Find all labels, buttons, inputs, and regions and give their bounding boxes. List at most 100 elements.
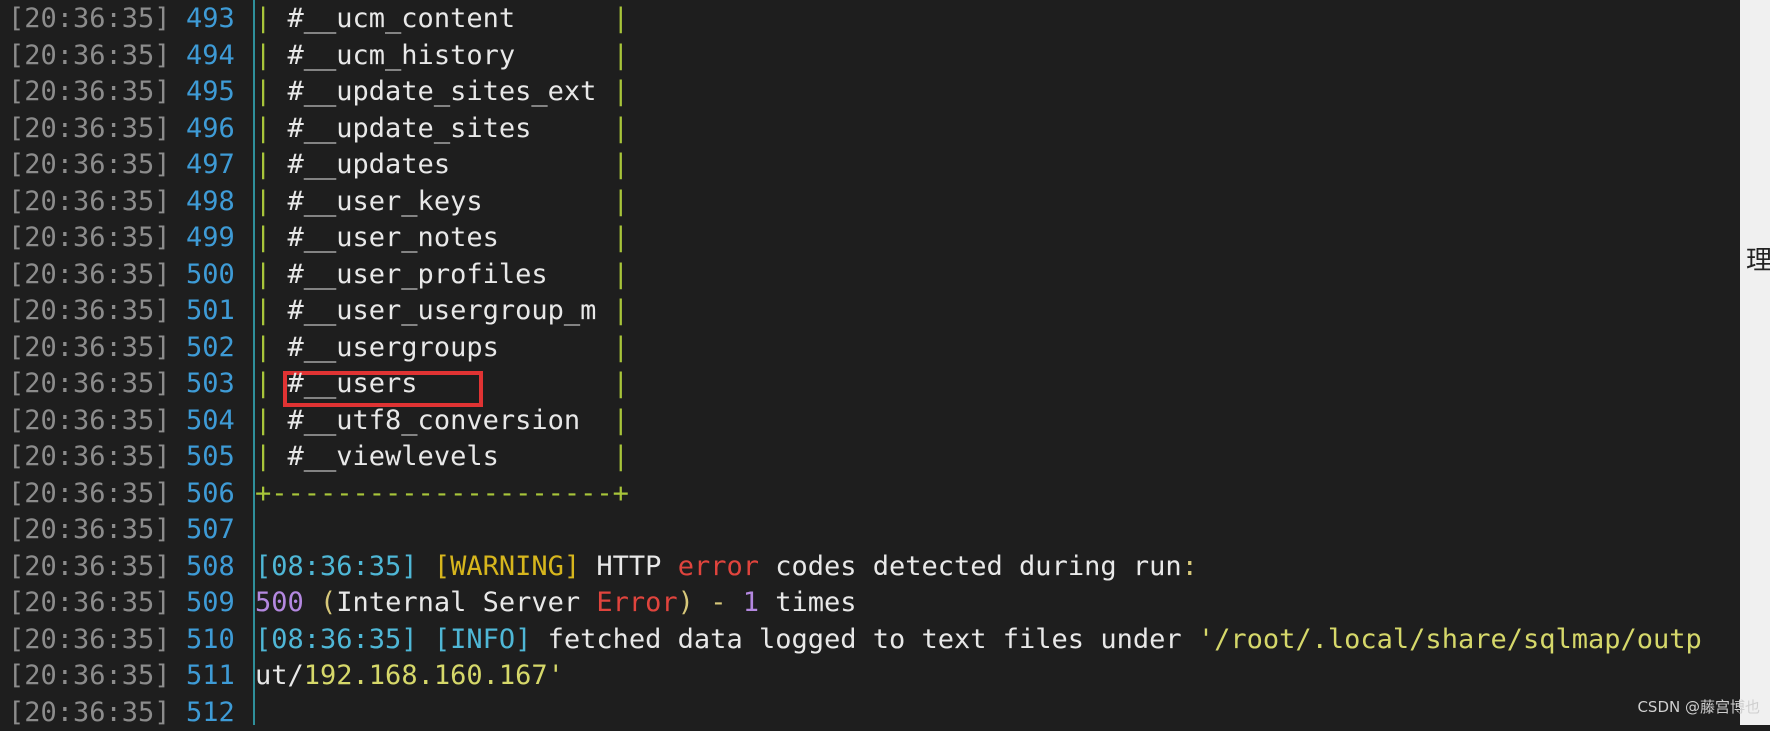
line-timestamp: [20:36:35] <box>8 512 171 549</box>
table-pipe: | <box>483 186 629 217</box>
log-text: fetched data logged to text files under <box>531 624 1197 655</box>
line-number: 506 <box>186 476 234 513</box>
line-content: | #__user_keys | <box>255 184 629 221</box>
line-timestamp: [20:36:35] <box>8 1 171 38</box>
line-number: 496 <box>186 111 234 148</box>
line-timestamp: [20:36:35] <box>8 658 171 695</box>
line-timestamp: [20:36:35] <box>8 403 171 440</box>
table-pipe: | <box>548 259 629 290</box>
line-timestamp: [20:36:35] <box>8 111 171 148</box>
line-timestamp: [20:36:35] <box>8 257 171 294</box>
log-colon: : <box>1182 551 1198 582</box>
table-pipe: | <box>515 40 629 71</box>
line-timestamp: [20:36:35] <box>8 439 171 476</box>
dash: - <box>694 587 743 618</box>
side-pane: 理 <box>1740 0 1770 725</box>
line-timestamp: [20:36:35] <box>8 38 171 75</box>
table-name: #__ucm_content <box>288 3 516 34</box>
table-pipe: | <box>255 113 288 144</box>
line-timestamp: [20:36:35] <box>8 184 171 221</box>
terminal-line: [20:36:35]495| #__update_sites_ext | <box>0 74 1740 111</box>
log-error-word: error <box>678 551 759 582</box>
line-number: 512 <box>186 695 234 731</box>
table-name: #__user_profiles <box>288 259 548 290</box>
terminal-line: [20:36:35]493| #__ucm_content | <box>0 1 1740 38</box>
line-number: 502 <box>186 330 234 367</box>
line-number: 503 <box>186 366 234 403</box>
table-pipe: | <box>499 332 629 363</box>
line-timestamp: [20:36:35] <box>8 476 171 513</box>
table-pipe: | <box>531 113 629 144</box>
terminal-line: [20:36:35]497| #__updates | <box>0 147 1740 184</box>
line-number: 499 <box>186 220 234 257</box>
line-content: +---------------------+ <box>255 476 629 513</box>
table-pipe: | <box>255 295 288 326</box>
line-number: 508 <box>186 549 234 586</box>
terminal-line: [20:36:35]500| #__user_profiles | <box>0 257 1740 294</box>
line-timestamp: [20:36:35] <box>8 293 171 330</box>
terminal-line: [20:36:35] 502 | #__usergroups | <box>0 330 1740 367</box>
line-content: [08:36:35] [INFO] fetched data logged to… <box>255 622 1702 659</box>
line-timestamp: [20:36:35] <box>8 74 171 111</box>
line-content: 500 (Internal Server Error) - 1 times <box>255 585 857 622</box>
table-pipe: | <box>515 3 629 34</box>
error-count: 1 <box>743 587 759 618</box>
table-name: #__utf8_conversion <box>288 405 581 436</box>
space <box>418 551 434 582</box>
line-timestamp: [20:36:35] <box>8 147 171 184</box>
terminal-line: [20:36:35] 511 ut/192.168.160.167' <box>0 658 1740 695</box>
table-pipe: | <box>596 295 629 326</box>
line-timestamp: [20:36:35] <box>8 220 171 257</box>
table-pipe: | <box>255 441 288 472</box>
csdn-watermark: CSDN @藤宫博也 <box>1637 696 1760 717</box>
terminal-line: [20:36:35] 512 <box>0 695 1740 731</box>
line-timestamp: [20:36:35] <box>8 330 171 367</box>
output-path: '/root/.local/share/sqlmap/outp <box>1198 624 1702 655</box>
line-number: 500 <box>186 257 234 294</box>
line-content: | #__viewlevels | <box>255 439 629 476</box>
table-name: #__ucm_history <box>288 40 516 71</box>
table-border: +---------------------+ <box>255 478 629 509</box>
line-timestamp: [20:36:35] <box>8 695 171 731</box>
line-content: | #__ucm_content | <box>255 1 629 38</box>
status-text: Internal Server <box>336 587 596 618</box>
output-path-cont: ut/ <box>255 660 304 691</box>
terminal-output: [20:36:35]493| #__ucm_content |[20:36:35… <box>0 0 1740 725</box>
line-timestamp: [20:36:35] <box>8 549 171 586</box>
table-pipe: | <box>499 222 629 253</box>
line-content: | #__ucm_history | <box>255 38 629 75</box>
terminal-line: [20:36:35]503| #__users | <box>0 366 1740 403</box>
status-error-word: Error <box>596 587 677 618</box>
table-name: #__update_sites_ext <box>288 76 597 107</box>
table-name: #__user_usergroup_m <box>288 295 597 326</box>
terminal-line: [20:36:35] 507 <box>0 512 1740 549</box>
output-path: 192.168.160.167' <box>304 660 564 691</box>
terminal-line: [20:36:35]504| #__utf8_conversion | <box>0 403 1740 440</box>
line-content: | #__update_sites | <box>255 111 629 148</box>
line-content: | #__user_usergroup_m | <box>255 293 629 330</box>
table-name: #__updates <box>288 149 451 180</box>
log-text: HTTP <box>580 551 678 582</box>
table-pipe: | <box>255 76 288 107</box>
table-name: #__usergroups <box>288 332 499 363</box>
line-timestamp: [20:36:35] <box>8 622 171 659</box>
line-number: 497 <box>186 147 234 184</box>
line-number: 510 <box>186 622 234 659</box>
line-content: | #__user_notes | <box>255 220 629 257</box>
log-timestamp: [08:36:35] <box>255 551 418 582</box>
terminal-line: [20:36:35] 499 | #__user_notes | <box>0 220 1740 257</box>
line-timestamp: [20:36:35] <box>8 585 171 622</box>
line-number: 495 <box>186 74 234 111</box>
line-number: 494 <box>186 38 234 75</box>
line-content: | #__utf8_conversion | <box>255 403 629 440</box>
terminal-line: [20:36:35]501| #__user_usergroup_m | <box>0 293 1740 330</box>
paren: ( <box>304 587 337 618</box>
space <box>418 624 434 655</box>
terminal-line: [20:36:35] 510 [08:36:35] [INFO] fetched d… <box>0 622 1740 659</box>
terminal-line: [20:36:35] 506 +---------------------+ <box>0 476 1740 513</box>
line-number: 498 <box>186 184 234 221</box>
line-number: 507 <box>186 512 234 549</box>
table-pipe: | <box>255 332 288 363</box>
line-number: 511 <box>186 658 234 695</box>
status-code: 500 <box>255 587 304 618</box>
